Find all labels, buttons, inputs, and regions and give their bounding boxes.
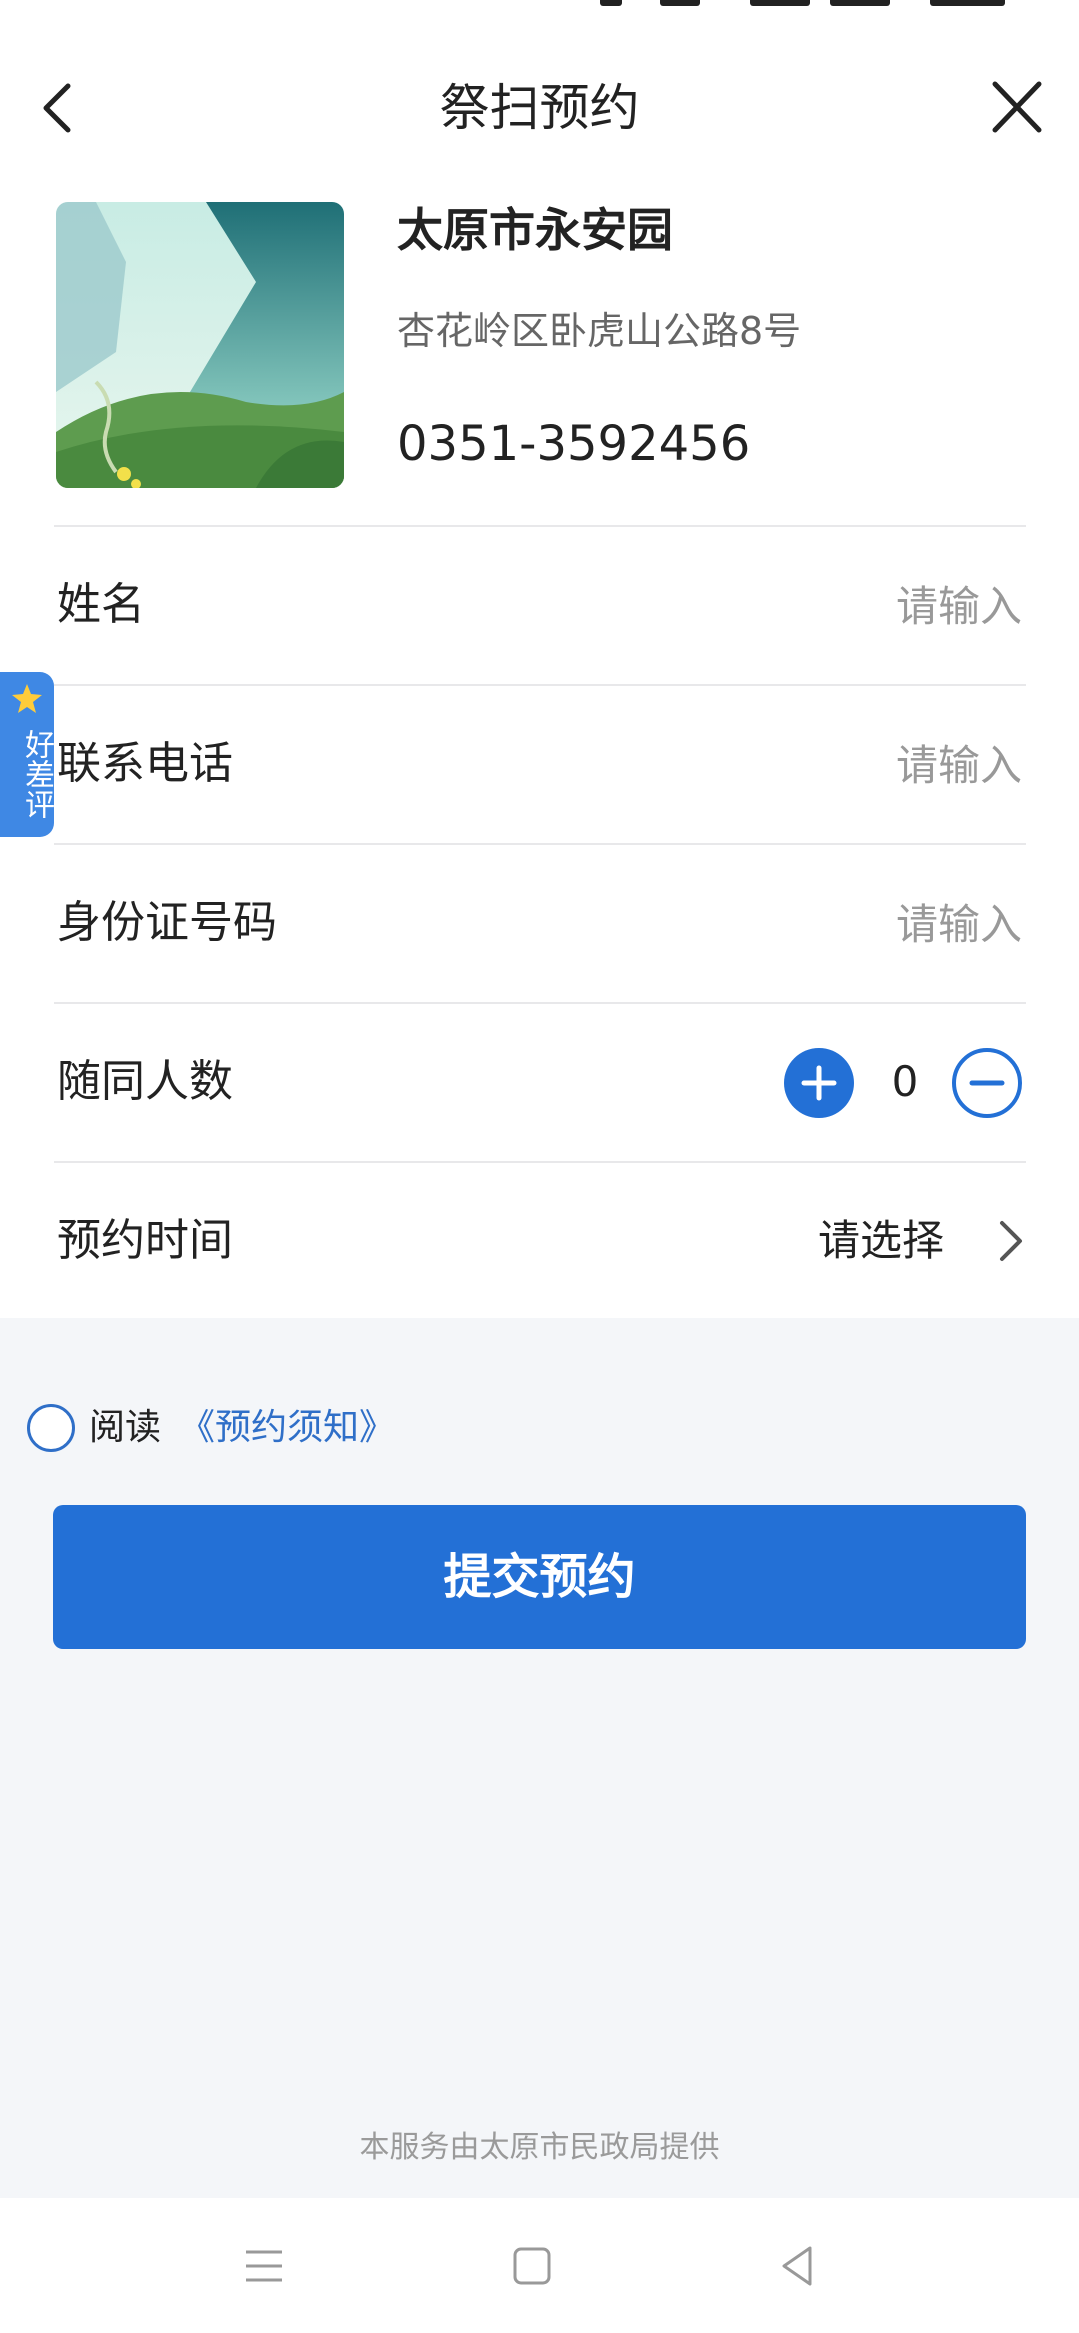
home-button[interactable]: [504, 2238, 560, 2294]
submit-button[interactable]: 提交预约: [53, 1505, 1026, 1649]
chevron-right-icon: [1000, 1221, 1022, 1261]
increment-button[interactable]: [784, 1048, 854, 1118]
companions-count: 0: [891, 1057, 919, 1106]
decrement-button[interactable]: [952, 1048, 1022, 1118]
system-navigation-bar: [0, 2198, 1079, 2333]
phone-label: 联系电话: [57, 738, 233, 789]
phone-input[interactable]: [560, 730, 1022, 800]
agreement-prefix: 阅读: [89, 1407, 162, 1448]
booking-notice-link[interactable]: 《预约须知》: [179, 1400, 395, 1456]
plus-icon: [801, 1065, 837, 1101]
home-square-icon: [513, 2247, 551, 2285]
name-label: 姓名: [57, 579, 145, 630]
venue-info: 太原市永安园 杏花岭区卧虎山公路8号 0351-3592456: [56, 202, 1036, 488]
phone-row: 联系电话: [0, 686, 1079, 844]
venue-thumbnail: [56, 202, 344, 488]
status-bar-fragment: [600, 0, 1010, 8]
name-row: 姓名: [0, 527, 1079, 685]
id-row: 身份证号码: [0, 845, 1079, 1003]
companions-label: 随同人数: [57, 1056, 233, 1107]
id-label: 身份证号码: [57, 897, 277, 948]
chevron-left-icon: [43, 83, 71, 133]
back-triangle-icon: [782, 2246, 812, 2286]
time-select-value[interactable]: 请选择: [760, 1211, 944, 1271]
review-float-tab[interactable]: 好差评: [0, 672, 54, 837]
venue-phone[interactable]: 0351-3592456: [397, 414, 750, 474]
venue-name: 太原市永安园: [397, 203, 673, 257]
time-row[interactable]: 预约时间 请选择: [0, 1163, 1079, 1321]
close-button[interactable]: [985, 78, 1049, 138]
minus-icon: [969, 1080, 1005, 1086]
id-input[interactable]: [560, 889, 1022, 959]
back-button[interactable]: [30, 78, 90, 138]
service-provider-note: 本服务由太原市民政局提供: [359, 2130, 720, 2165]
venue-address: 杏花岭区卧虎山公路8号: [397, 309, 802, 353]
menu-icon: [246, 2250, 282, 2282]
page-title: 祭扫预约: [439, 79, 640, 137]
companions-row: 随同人数 0: [0, 1004, 1079, 1162]
review-tab-label: 好差评: [19, 729, 54, 819]
name-input[interactable]: [560, 571, 1022, 641]
menu-button[interactable]: [236, 2238, 292, 2294]
agreement-checkbox[interactable]: [27, 1404, 75, 1452]
back-system-button[interactable]: [770, 2238, 826, 2294]
navbar: 祭扫预约: [0, 48, 1079, 168]
time-label: 预约时间: [57, 1215, 233, 1266]
close-icon: [992, 81, 1042, 133]
star-icon: [12, 684, 42, 713]
agreement: 阅读 《预约须知》: [27, 1400, 527, 1456]
